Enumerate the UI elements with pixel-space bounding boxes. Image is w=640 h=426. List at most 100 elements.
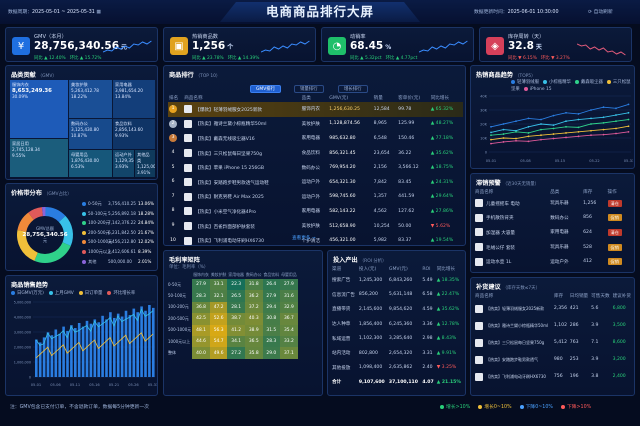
sales-bar[interactable] [74,328,77,377]
hot-point[interactable] [540,128,542,131]
category-cell[interactable]: 数码办公 3,125,430.80 10.87% [69,119,112,149]
table-row[interactable]: 2 【热卖】雅诗兰黛小棕瓶精华50ml 美妆护肤 1,128,874.56 8,965 1… [168,117,463,132]
hot-point[interactable] [552,114,555,117]
hot-point[interactable] [527,132,530,134]
sales-bar[interactable] [50,335,54,377]
category-cell[interactable]: 食品饮料 2,856,143.60 9.93% [113,119,155,149]
sales-bar[interactable] [128,315,132,377]
hot-point[interactable] [577,126,580,129]
sales-bar[interactable] [140,306,143,377]
sales-bar[interactable] [81,326,85,377]
category-cell[interactable]: 家用电器 3,981,654.20 13.84% [113,80,155,118]
category-cell[interactable]: 家居日用 2,745,128.34 9.55% [10,139,68,177]
heatmap-cell[interactable]: 35.8 [244,347,263,359]
sales-bar[interactable] [109,312,112,377]
heatmap-cell[interactable]: 38.9 [244,324,263,336]
sales-bar[interactable] [46,332,50,377]
sales-bar[interactable] [132,308,136,377]
hot-point[interactable] [602,116,605,119]
tab-sales[interactable]: 销量排行 [294,85,324,93]
product-name[interactable]: 【热卖】雅诗兰黛小棕瓶精华50ml [195,122,266,127]
heatmap-cell[interactable]: 31.6 [280,290,298,302]
heatmap-cell[interactable]: 27.9 [262,290,281,302]
product-name[interactable]: 【热卖】三只松鼠每日坚果750g [195,152,262,157]
sales-bar[interactable] [58,333,61,377]
hot-point[interactable] [602,106,605,109]
hot-point[interactable] [502,133,505,135]
heatmap-cell[interactable]: 56.3 [209,324,228,336]
heatmap-cell[interactable]: 36.7 [280,313,298,325]
hot-point[interactable] [540,138,542,141]
heatmap-cell[interactable]: 28.3 [192,290,210,302]
hot-point[interactable] [527,117,530,120]
hot-point[interactable] [615,114,617,116]
calendar-icon[interactable]: ▦ [96,10,101,15]
hot-point[interactable] [515,120,517,123]
hot-point[interactable] [627,118,630,121]
sales-bar[interactable] [105,319,108,377]
hot-point[interactable] [552,124,555,127]
hot-point[interactable] [577,135,580,138]
sales-bar[interactable] [62,326,65,377]
hot-point[interactable] [615,107,617,110]
product-name[interactable]: 【热卖】百雀羚面部护肤套装 [195,225,255,230]
hot-point[interactable] [515,139,517,142]
more-link[interactable]: 查看更多 → [292,235,316,241]
table-row[interactable]: 9 【热卖】百雀羚面部护肤套装 美妆护肤 512,658.90 10,254 50.00 ▼… [168,219,463,234]
heatmap-cell[interactable]: 52.6 [209,313,228,325]
hot-point[interactable] [490,138,492,141]
product-name[interactable]: 【热卖】戴森无线吸尘器V16 [195,137,255,142]
hot-point[interactable] [615,120,617,123]
sales-bar[interactable] [113,317,116,377]
hot-point[interactable] [502,128,505,131]
hot-point[interactable] [590,109,592,111]
heatmap-cell[interactable]: 48.1 [192,324,210,336]
category-cell[interactable]: 美妆护肤 5,263,412.78 18.22% [69,80,112,118]
hot-point[interactable] [565,125,567,128]
heatmap-cell[interactable]: 27.9 [192,279,210,291]
heatmap-cell[interactable]: 27.2 [227,347,245,359]
hot-point[interactable] [627,103,630,106]
hot-point[interactable] [565,136,567,139]
sales-bar[interactable] [136,312,139,377]
heatmap-cell[interactable]: 31.5 [262,324,281,336]
heatmap-cell[interactable]: 35.4 [280,324,298,336]
heatmap-cell[interactable]: 40.0 [192,347,210,359]
hot-point[interactable] [502,123,505,125]
heatmap-cell[interactable]: 36.5 [244,335,263,348]
heatmap-cell[interactable]: 28.1 [227,301,245,314]
hot-point[interactable] [515,130,517,133]
category-cell[interactable]: 母婴用品 1,876,430.00 6.53% [69,150,112,177]
hot-point[interactable] [590,123,592,125]
table-row[interactable]: 1 【爆款】轻薄羽绒服女2025新款 服饰内衣 1,256,630.25 12,584 9… [168,102,463,117]
sales-bar[interactable] [120,316,124,377]
hot-point[interactable] [627,125,630,128]
hot-point[interactable] [490,142,492,145]
hot-point[interactable] [490,131,492,134]
hot-point[interactable] [527,135,530,138]
sales-bar[interactable] [85,320,89,377]
category-cell[interactable]: 服饰内衣 8,653,249.36 30.09% [10,80,68,138]
heatmap-cell[interactable]: 42.5 [192,313,210,325]
hot-point[interactable] [590,129,592,132]
hot-point[interactable] [590,117,592,120]
heatmap-cell[interactable]: 34.1 [227,335,245,348]
hot-point[interactable] [565,120,567,123]
heatmap-cell[interactable]: 28.3 [262,335,281,348]
heatmap-cell[interactable]: 22.3 [227,279,245,291]
heatmap-cell[interactable]: 41.2 [227,324,245,336]
sales-bar[interactable] [70,325,73,377]
hot-point[interactable] [527,125,530,128]
tab-growth[interactable]: 增长排行 [338,85,368,93]
hot-point[interactable] [527,140,530,143]
heatmap-cell[interactable]: 37.1 [280,347,298,359]
table-row[interactable]: 6 【热卖】安踏跑步鞋男款透气运动鞋 运动户外 654,321.30 7,842 83.4… [168,175,463,190]
product-name[interactable]: 【热卖】苹果 iPhone 15 256GB [195,166,264,171]
table-row[interactable]: 5 【热卖】苹果 iPhone 15 256GB 数码办公 769,954.20 2,1… [168,160,463,175]
sales-bar[interactable] [97,322,100,377]
sales-bar[interactable] [116,313,120,377]
heatmap-cell[interactable]: 29.4 [262,301,281,314]
heatmap-cell[interactable]: 38.7 [227,313,245,325]
sales-bar[interactable] [148,305,151,377]
refresh-button[interactable]: ⟳ 自动刷新 [588,8,613,15]
